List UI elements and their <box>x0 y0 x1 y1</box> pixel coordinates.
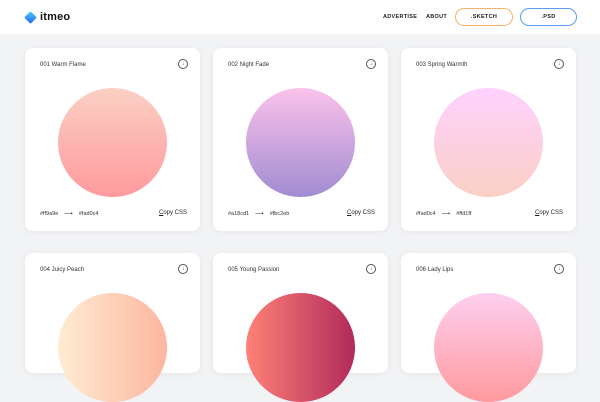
gradient-swatch <box>434 293 543 402</box>
gradient-swatch <box>246 88 355 197</box>
arrow-right-icon: ⟶ <box>64 211 73 217</box>
card-title: 006 Lady Lips <box>416 267 454 273</box>
nav-advertise[interactable]: ADVERTISE <box>383 14 417 20</box>
gradient-colors: #fad0c4 ⟶ #ffd1ff <box>416 210 472 218</box>
download-icon[interactable]: ↓ <box>178 264 188 274</box>
download-icon[interactable]: ↓ <box>178 59 188 69</box>
to-color: #fbc2eb <box>269 210 290 217</box>
sketch-download-button[interactable]: .SKETCH <box>455 8 513 26</box>
card-title: 005 Young Passion <box>228 267 280 273</box>
gradient-card[interactable]: 003 Spring Warmth ↓ #fad0c4 ⟶ #ffd1ff Co… <box>401 48 576 231</box>
copy-css-button[interactable]: Copy CSS <box>535 210 563 216</box>
psd-download-button[interactable]: .PSD <box>520 8 577 26</box>
card-title: 001 Warm Flame <box>40 62 86 68</box>
from-color: #ff9a9e <box>40 210 59 217</box>
gradient-swatch <box>434 88 543 197</box>
arrow-right-icon: ⟶ <box>255 211 264 217</box>
logo[interactable]: itmeo <box>24 10 71 24</box>
gradient-card[interactable]: 005 Young Passion ↓ <box>213 253 388 402</box>
copy-css-button[interactable]: Copy CSS <box>159 210 187 216</box>
top-bar: itmeo ADVERTISE ABOUT .SKETCH .PSD <box>0 0 600 34</box>
to-color: #ffd1ff <box>456 210 472 217</box>
card-title: 002 Night Fade <box>228 62 270 68</box>
download-icon[interactable]: ↓ <box>554 59 564 69</box>
gradient-card[interactable]: 006 Lady Lips ↓ <box>401 253 576 402</box>
nav-about[interactable]: ABOUT <box>426 14 447 20</box>
gradient-swatch <box>246 293 355 402</box>
download-icon[interactable]: ↓ <box>366 59 376 69</box>
from-color: #a18cd1 <box>228 210 250 217</box>
gradient-swatch <box>58 293 167 402</box>
copy-css-button[interactable]: Copy CSS <box>347 210 375 216</box>
gradient-swatch <box>58 88 167 197</box>
from-color: #fad0c4 <box>416 210 436 217</box>
to-color: #fad0c4 <box>78 210 99 217</box>
gradient-colors: #a18cd1 ⟶ #fbc2eb <box>228 210 290 218</box>
logo-diamond-icon <box>24 10 37 24</box>
gradient-card[interactable]: 002 Night Fade ↓ #a18cd1 ⟶ #fbc2eb Copy … <box>213 48 388 231</box>
card-title: 004 Juicy Peach <box>40 267 85 273</box>
gradient-card[interactable]: 001 Warm Flame ↓ #ff9a9e ⟶ #fad0c4 Copy … <box>25 48 200 231</box>
download-icon[interactable]: ↓ <box>554 264 564 274</box>
arrow-right-icon: ⟶ <box>441 211 451 217</box>
card-title: 003 Spring Warmth <box>416 62 468 68</box>
gradient-colors: #ff9a9e ⟶ #fad0c4 <box>40 210 99 218</box>
gradient-card[interactable]: 004 Juicy Peach ↓ <box>25 253 200 402</box>
download-icon[interactable]: ↓ <box>366 264 376 274</box>
brand-name: itmeo <box>40 11 71 23</box>
